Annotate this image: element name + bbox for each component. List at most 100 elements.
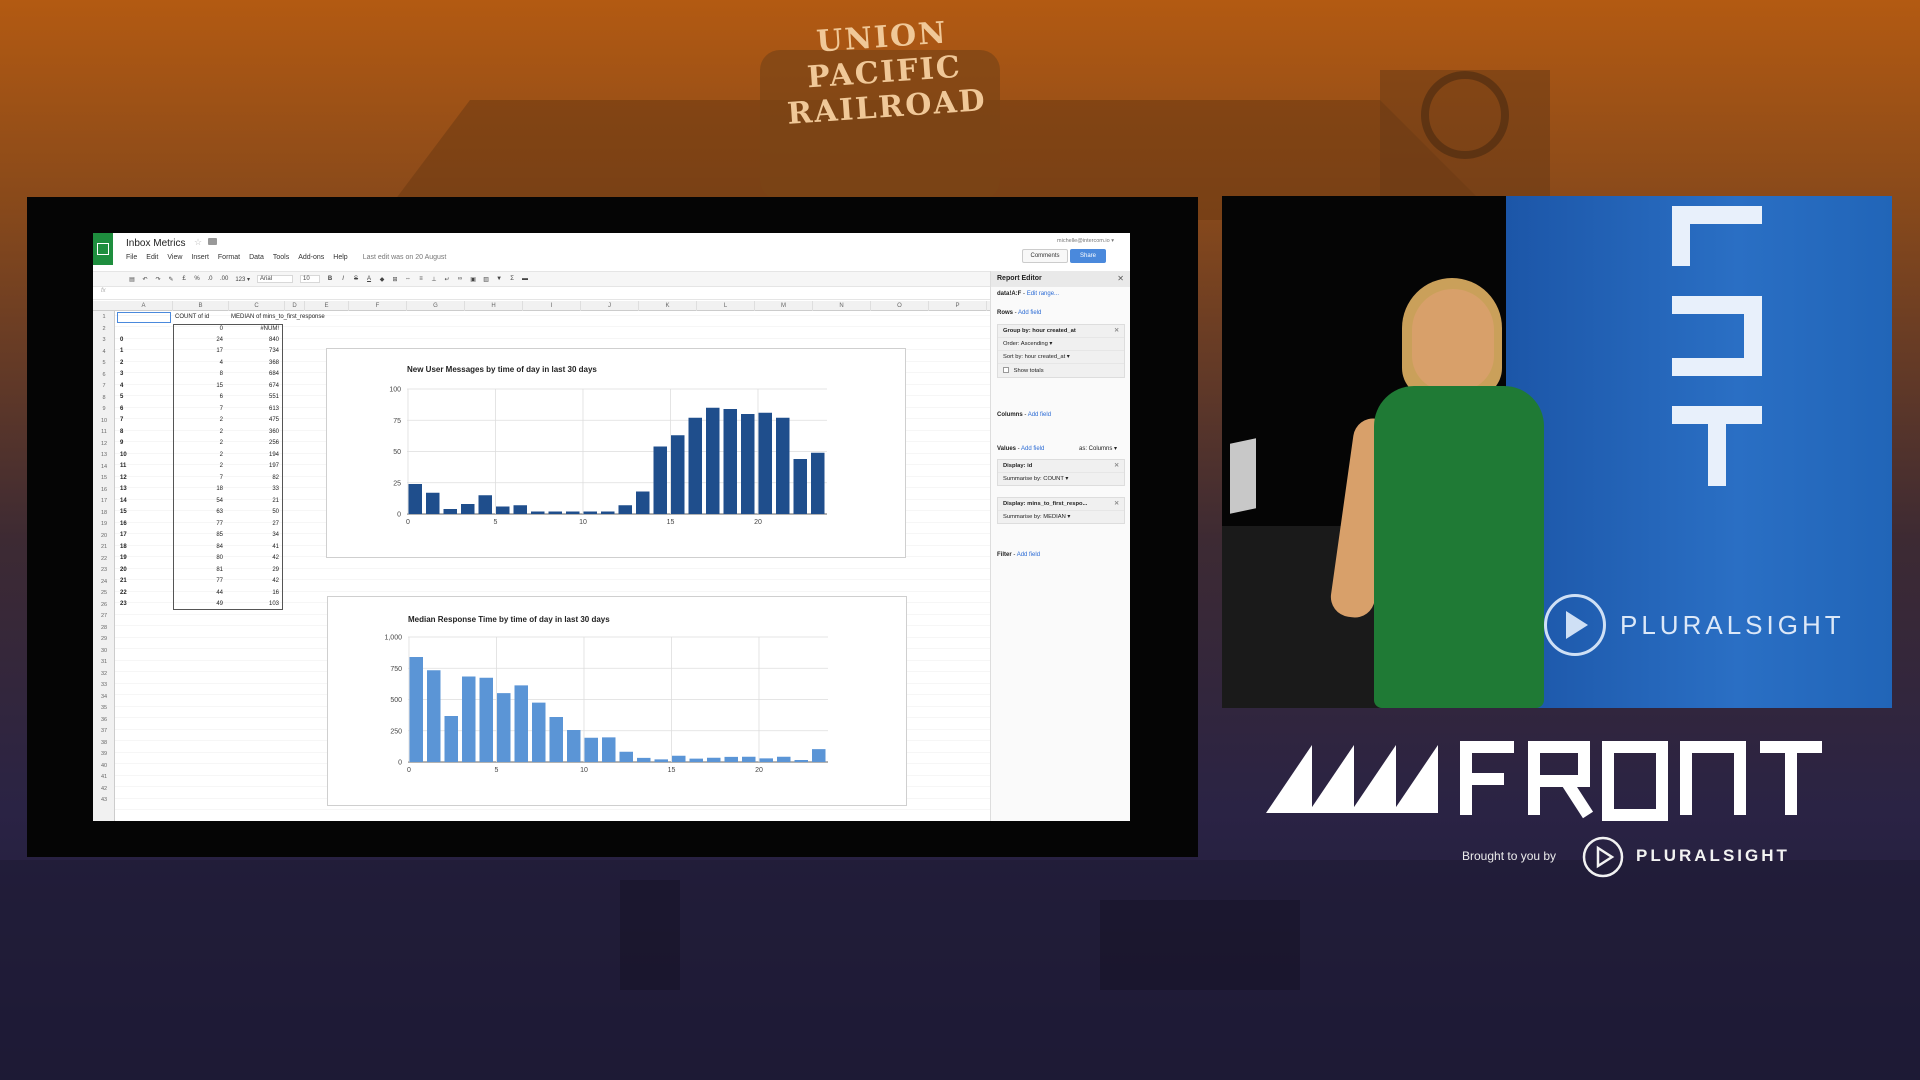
column-header-f[interactable]: F xyxy=(349,301,407,311)
columns-add-field-link[interactable]: Add field xyxy=(1028,412,1051,418)
comments-button[interactable]: Comments xyxy=(1022,249,1068,263)
hour-cell[interactable]: 15 xyxy=(120,507,127,519)
chart-1-bar[interactable] xyxy=(408,484,423,514)
wrap-icon[interactable]: ↵ xyxy=(444,276,450,283)
sort-by-select[interactable]: Sort by: hour created_at ▾ xyxy=(998,351,1124,364)
font-select[interactable]: Arial xyxy=(257,275,294,283)
bold-button[interactable]: B xyxy=(327,276,333,282)
column-header-a[interactable]: A xyxy=(115,301,173,311)
column-header-b[interactable]: B xyxy=(173,301,229,311)
column-header-l[interactable]: L xyxy=(697,301,755,311)
chart-1-bar[interactable] xyxy=(653,446,668,515)
text-color-button[interactable]: A xyxy=(366,276,372,282)
chart-1-bar[interactable] xyxy=(478,495,493,514)
document-title[interactable]: Inbox Metrics xyxy=(126,238,185,249)
selected-cell[interactable] xyxy=(117,312,171,323)
row-header-26[interactable]: 26 xyxy=(93,600,115,612)
values-add-field-link[interactable]: Add field xyxy=(1021,446,1044,452)
formula-bar[interactable]: fx xyxy=(93,288,990,300)
chart-1-bar[interactable] xyxy=(548,511,563,515)
edit-range-link[interactable]: Edit range... xyxy=(1027,291,1059,297)
chart-1-bar[interactable] xyxy=(758,412,773,514)
chart-new-user-messages[interactable]: New User Messages by time of day in last… xyxy=(326,348,906,558)
folder-icon[interactable] xyxy=(208,238,217,245)
menu-insert[interactable]: Insert xyxy=(191,254,209,264)
menu-tools[interactable]: Tools xyxy=(273,254,289,264)
row-header-20[interactable]: 20 xyxy=(93,531,115,543)
input-tools-icon[interactable]: ▬ xyxy=(522,276,528,282)
row-header-17[interactable]: 17 xyxy=(93,496,115,508)
row-header-28[interactable]: 28 xyxy=(93,623,115,635)
hour-cell[interactable]: 1 xyxy=(120,346,123,358)
chart-2-bar[interactable] xyxy=(812,749,826,762)
chart-2-bar[interactable] xyxy=(602,737,616,762)
hour-cell[interactable]: 20 xyxy=(120,565,127,577)
row-header-27[interactable]: 27 xyxy=(93,611,115,623)
row-header-13[interactable]: 13 xyxy=(93,450,115,462)
row-header-1[interactable]: 1 xyxy=(93,312,115,324)
font-size-select[interactable]: 10 xyxy=(300,275,321,283)
chart-1-bar[interactable] xyxy=(706,407,720,514)
hour-cell[interactable]: 17 xyxy=(120,530,127,542)
hour-cell[interactable]: 8 xyxy=(120,427,123,439)
column-header-o[interactable]: O xyxy=(871,301,929,311)
chart-2-bar[interactable] xyxy=(567,730,581,762)
row-header-30[interactable]: 30 xyxy=(93,646,115,658)
hour-cell[interactable]: 5 xyxy=(120,392,123,404)
currency-button[interactable]: £ xyxy=(181,276,187,282)
row-header-16[interactable]: 16 xyxy=(93,485,115,497)
row-header-41[interactable]: 41 xyxy=(93,772,115,784)
order-select[interactable]: Order: Ascending ▾ xyxy=(998,338,1124,351)
star-icon[interactable]: ☆ xyxy=(194,237,202,248)
values-as-select[interactable]: as: Columns ▾ xyxy=(1079,445,1117,452)
chart-1-bar[interactable] xyxy=(793,459,808,514)
column-header-g[interactable]: G xyxy=(407,301,465,311)
strikethrough-button[interactable]: S xyxy=(353,276,359,282)
summarise-count-select[interactable]: Summarise by: COUNT ▾ xyxy=(998,473,1124,485)
rows-add-field-link[interactable]: Add field xyxy=(1018,310,1041,316)
chart-1-bar[interactable] xyxy=(426,492,440,514)
chart-1-bar[interactable] xyxy=(583,511,598,515)
chart-1-bar[interactable] xyxy=(776,417,790,514)
decrease-decimal-button[interactable]: .0 xyxy=(207,276,213,282)
row-header-36[interactable]: 36 xyxy=(93,715,115,727)
row-header-35[interactable]: 35 xyxy=(93,703,115,715)
chart-1-bar[interactable] xyxy=(671,435,685,514)
hour-cell[interactable]: 21 xyxy=(120,576,127,588)
chart-median-response-time[interactable]: Median Response Time by time of day in l… xyxy=(327,596,907,806)
header-count-cell[interactable]: COUNT of id xyxy=(175,312,209,324)
column-header-m[interactable]: M xyxy=(755,301,813,311)
row-header-32[interactable]: 32 xyxy=(93,669,115,681)
redo-icon[interactable]: ↷ xyxy=(155,276,161,283)
chart-2-bar[interactable] xyxy=(724,756,739,762)
chart-1-bar[interactable] xyxy=(811,452,825,514)
row-header-39[interactable]: 39 xyxy=(93,749,115,761)
chart-icon[interactable]: ▥ xyxy=(483,276,489,283)
chart-2-bar[interactable] xyxy=(654,759,669,762)
chart-2-bar[interactable] xyxy=(707,757,721,762)
borders-icon[interactable]: ⊞ xyxy=(392,276,398,283)
chart-1-bar[interactable] xyxy=(601,511,615,515)
increase-decimal-button[interactable]: .00 xyxy=(220,276,228,282)
row-header-10[interactable]: 10 xyxy=(93,416,115,428)
chart-1-bar[interactable] xyxy=(741,414,755,514)
paint-format-icon[interactable]: ✎ xyxy=(168,276,174,283)
summarise-median-select[interactable]: Summarise by: MEDIAN ▾ xyxy=(998,511,1124,523)
chart-1-bar[interactable] xyxy=(443,509,458,514)
row-header-6[interactable]: 6 xyxy=(93,370,115,382)
filter-add-field-link[interactable]: Add field xyxy=(1017,552,1040,558)
close-icon[interactable]: ✕ xyxy=(1117,274,1124,283)
column-header-i[interactable]: I xyxy=(523,301,581,311)
row-header-29[interactable]: 29 xyxy=(93,634,115,646)
user-account[interactable]: michelle@intercom.io ▾ xyxy=(1057,238,1114,244)
menu-help[interactable]: Help xyxy=(333,254,347,264)
merge-icon[interactable]: ⇔ xyxy=(405,276,411,282)
hour-cell[interactable]: 16 xyxy=(120,519,127,531)
chart-2-bar[interactable] xyxy=(409,657,424,762)
chart-1-bar[interactable] xyxy=(636,491,650,515)
column-header-p[interactable]: P xyxy=(929,301,987,311)
row-header-2[interactable]: 2 xyxy=(93,324,115,336)
row-header-22[interactable]: 22 xyxy=(93,554,115,566)
number-format-button[interactable]: 123 ▾ xyxy=(235,276,250,283)
header-median-cell[interactable]: MEDIAN of mins_to_first_response xyxy=(231,312,325,324)
